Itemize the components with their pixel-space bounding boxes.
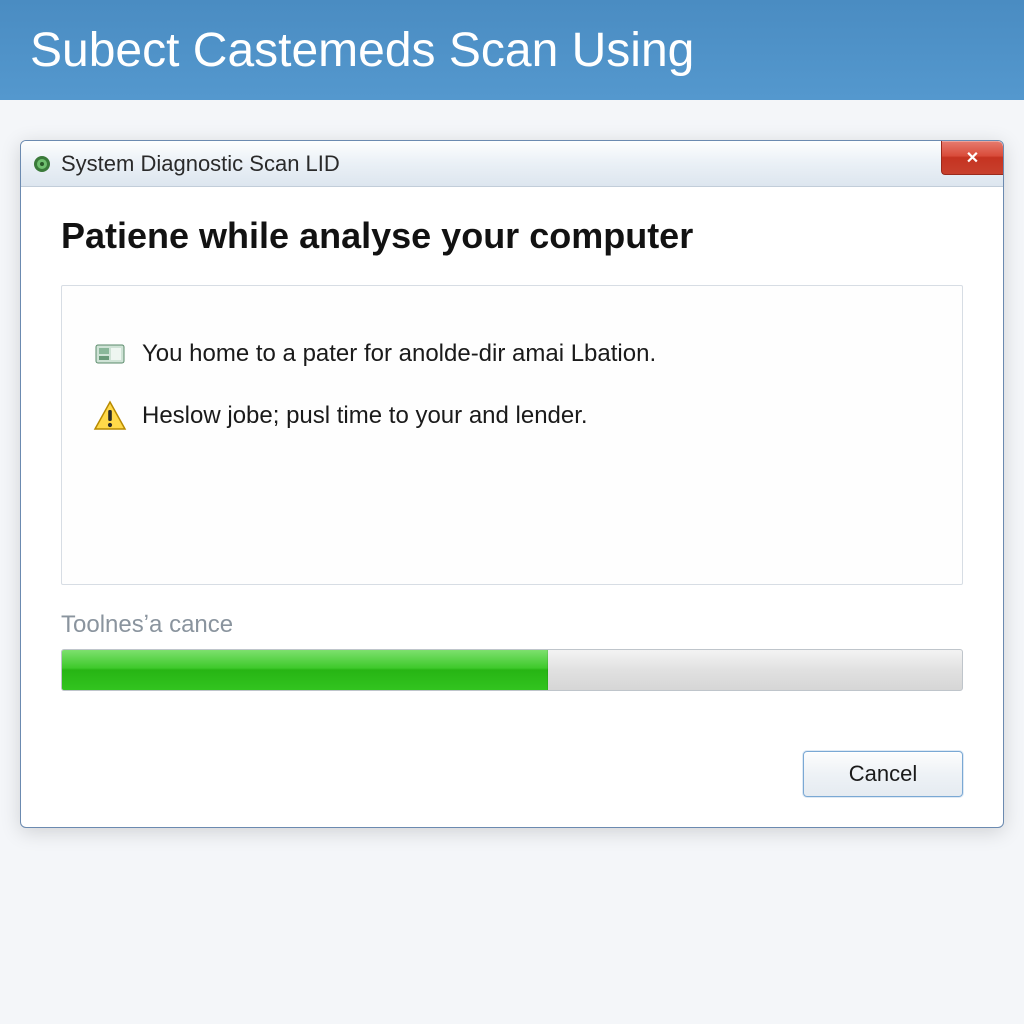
- cancel-button[interactable]: Cancel: [803, 751, 963, 797]
- dialog-titlebar[interactable]: System Diagnostic Scan LID ✕: [21, 141, 1003, 187]
- dialog-footer: Cancel: [61, 751, 963, 797]
- info-row-text: Heslow jobe; pusl time to your and lende…: [142, 402, 588, 430]
- info-row-text: You home to a pater for anolde-dir amai …: [142, 340, 656, 368]
- dialog-heading: Patiene while analyse your computer: [61, 215, 963, 257]
- disk-icon: [92, 336, 128, 372]
- app-icon: [33, 155, 51, 173]
- close-icon: ✕: [966, 148, 979, 168]
- dialog-title: System Diagnostic Scan LID: [61, 151, 340, 177]
- warning-icon: [92, 398, 128, 434]
- close-button[interactable]: ✕: [941, 141, 1003, 175]
- top-banner: Subect Castemeds Scan Using: [0, 0, 1024, 100]
- info-row: You home to a pater for anolde-dir amai …: [92, 336, 932, 372]
- progress-fill: [62, 650, 548, 690]
- scan-dialog: System Diagnostic Scan LID ✕ Patiene whi…: [20, 140, 1004, 828]
- progress-bar: [61, 649, 963, 691]
- dialog-body: Patiene while analyse your computer You …: [21, 187, 1003, 827]
- banner-title: Subect Castemeds Scan Using: [30, 23, 694, 78]
- info-row: Heslow jobe; pusl time to your and lende…: [92, 398, 932, 434]
- info-panel: You home to a pater for anolde-dir amai …: [61, 285, 963, 585]
- progress-label: Toolnesʼa cance: [61, 611, 963, 639]
- desktop-area: System Diagnostic Scan LID ✕ Patiene whi…: [0, 100, 1024, 1024]
